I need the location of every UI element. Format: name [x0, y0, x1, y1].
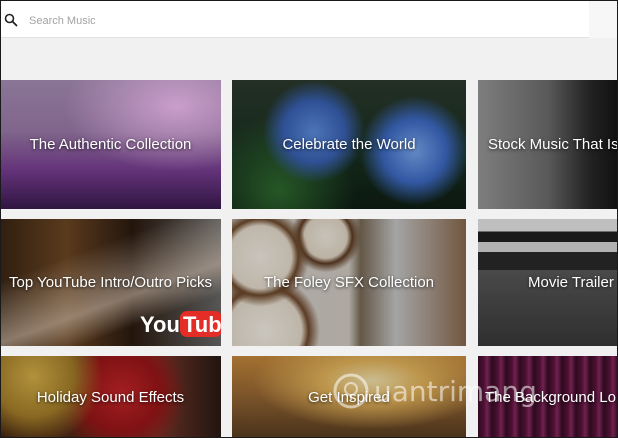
- svg-text:You: You: [140, 312, 180, 337]
- svg-text:Tube: Tube: [183, 312, 221, 337]
- collection-card-title: Top YouTube Intro/Outro Picks: [9, 274, 212, 291]
- collection-card-title: Holiday Sound Effects: [36, 388, 185, 406]
- collection-card-title: Movie Trailer: [528, 274, 614, 291]
- youtube-logo: You Tube: [140, 311, 221, 337]
- collection-card-celebrate-world[interactable]: Celebrate the World: [232, 80, 466, 209]
- collection-card-stock-music[interactable]: Stock Music That Is: [478, 80, 618, 209]
- search-bar: [1, 1, 589, 38]
- collection-card-holiday-sfx[interactable]: Holiday Sound Effects: [0, 356, 221, 438]
- collection-card-title: Get Inspired: [308, 388, 390, 406]
- collection-card-title: The Foley SFX Collection: [263, 274, 435, 291]
- collection-card-youtube-intro-outro[interactable]: You Tube Top YouTube Intro/Outro Picks: [0, 219, 221, 346]
- collection-card-title: Celebrate the World: [282, 136, 416, 153]
- collection-card-get-inspired[interactable]: Get Inspired: [232, 356, 466, 438]
- search-bar-end: [589, 1, 617, 38]
- search-icon[interactable]: [4, 13, 18, 27]
- collection-card-title: The Authentic Collection: [29, 136, 192, 153]
- collection-card-background-loops[interactable]: The Background Lo: [478, 356, 618, 438]
- collection-card-title: The Background Lo: [485, 388, 616, 406]
- search-input[interactable]: [27, 10, 571, 32]
- collection-card-authentic[interactable]: The Authentic Collection: [0, 80, 221, 209]
- collection-card-movie-trailer[interactable]: Movie Trailer: [478, 219, 618, 346]
- collection-card-title: Stock Music That Is: [488, 136, 618, 153]
- collection-card-foley-sfx[interactable]: The Foley SFX Collection: [232, 219, 466, 346]
